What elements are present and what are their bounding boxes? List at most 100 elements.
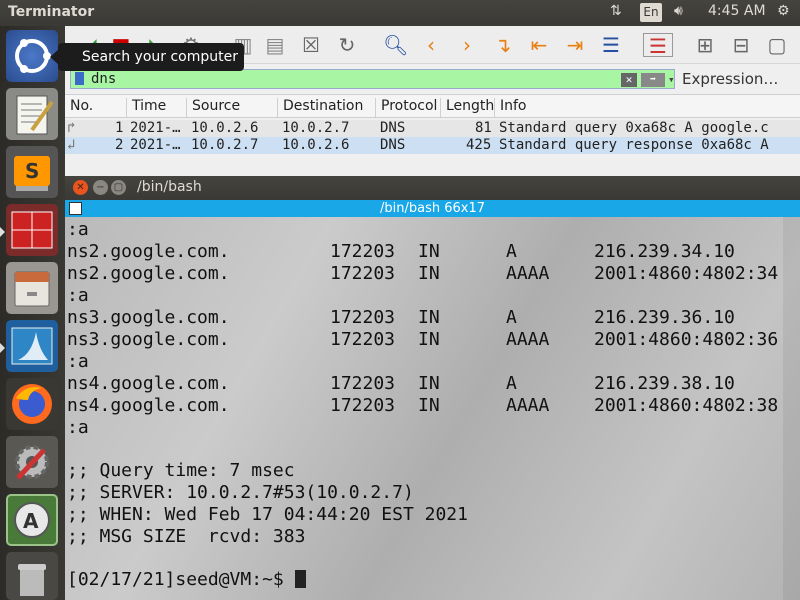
last-packet-icon[interactable]: ⇥: [563, 33, 587, 57]
dig-footer-line: ;; WHEN: Wed Feb 17 04:44:20 EST 2021: [67, 504, 468, 525]
go-back-icon[interactable]: ‹: [419, 33, 443, 57]
terminal-window-title: /bin/bash: [137, 179, 202, 195]
apply-filter-arrow-icon[interactable]: ➡: [641, 73, 665, 87]
system-settings-icon[interactable]: [6, 436, 58, 488]
text-editor-icon[interactable]: [6, 88, 58, 140]
software-updater-icon[interactable]: A: [6, 494, 58, 546]
display-filter-input[interactable]: dns ✕ ➡ ▾: [70, 69, 675, 89]
terminal-tab-icon[interactable]: [69, 202, 82, 215]
go-to-packet-icon[interactable]: ↴: [491, 33, 515, 57]
packet-list-header: No. Time Source Destination Protocol Len…: [65, 94, 800, 118]
record-ttl: 172203: [330, 373, 396, 394]
packet-no: 2: [115, 137, 124, 153]
record-ttl: 172203: [330, 241, 396, 262]
record-data: 216.239.38.10: [594, 373, 735, 394]
dns-record-line: ns4.google.com. 172203 IN AAAA 2001:4860:480…: [67, 395, 778, 417]
packet-info: Standard query 0xa68c A google.c: [499, 120, 769, 136]
line-text: :a: [67, 285, 89, 306]
maximize-window-icon[interactable]: ▢: [111, 180, 126, 195]
go-forward-icon[interactable]: ›: [455, 33, 479, 57]
record-data: 216.239.34.10: [594, 241, 735, 262]
terminal-scrollbar[interactable]: [783, 217, 800, 600]
record-class: IN: [418, 395, 440, 416]
minimize-window-icon[interactable]: −: [93, 180, 108, 195]
table-row[interactable]: ↱ 1 2021-… 10.0.2.6 10.0.2.7 DNS 81 Stan…: [65, 120, 800, 137]
column-header-protocol[interactable]: Protocol: [375, 98, 437, 118]
table-row[interactable]: ↲ 2 2021-… 10.0.2.7 10.0.2.6 DNS 425 Sta…: [65, 137, 800, 154]
launcher: S A: [0, 26, 65, 600]
terminator-icon[interactable]: [6, 204, 58, 256]
dns-record-line: ns2.google.com. 172203 IN AAAA 2001:4860:480…: [67, 263, 778, 285]
shell-prompt-line[interactable]: [02/17/21]seed@VM:~$: [67, 569, 306, 591]
terminal-output[interactable]: :a ns2.google.com. 172203 IN A 216.239.34.10…: [67, 219, 800, 600]
packet-length: 425: [466, 137, 492, 153]
packet-time: 2021-…: [130, 120, 181, 136]
record-type: A: [506, 373, 517, 394]
save-file-icon[interactable]: ▤: [263, 33, 287, 57]
power-gear-icon[interactable]: ⚙: [777, 3, 790, 19]
dig-output-line: :a: [67, 285, 89, 307]
packet-no: 1: [115, 120, 124, 136]
firefox-icon[interactable]: [6, 378, 58, 430]
record-ttl: 172203: [330, 307, 396, 328]
svg-text:S: S: [25, 159, 39, 183]
dig-footer-line: ;; SERVER: 10.0.2.7#53(10.0.2.7): [67, 482, 414, 503]
line-text: :a: [67, 417, 89, 438]
filter-history-dropdown-icon[interactable]: ▾: [668, 71, 675, 89]
record-ttl: 172203: [330, 263, 396, 284]
clock[interactable]: 4:45 AM: [708, 3, 766, 19]
keyboard-language-indicator[interactable]: En: [640, 3, 662, 22]
launcher-tooltip: Search your computer: [50, 43, 244, 71]
colorize-icon[interactable]: ☰: [643, 33, 673, 58]
dig-output-line: :a: [67, 417, 89, 439]
record-name: ns2.google.com.: [67, 241, 230, 262]
dns-record-line: ns3.google.com. 172203 IN A 216.239.36.10: [67, 307, 735, 329]
packet-protocol: DNS: [380, 120, 406, 136]
response-arrow-icon: ↲: [67, 137, 76, 153]
filter-text: dns: [91, 71, 117, 87]
clear-filter-icon[interactable]: ✕: [621, 73, 637, 87]
column-header-no[interactable]: No.: [65, 98, 93, 118]
autoscroll-icon[interactable]: ☰: [599, 33, 623, 57]
column-header-destination[interactable]: Destination: [277, 98, 363, 118]
filter-bookmark-icon[interactable]: [75, 72, 84, 85]
request-arrow-icon: ↱: [67, 120, 76, 136]
wireshark-icon[interactable]: [6, 320, 58, 372]
record-ttl: 172203: [330, 329, 396, 350]
column-header-length[interactable]: Length: [440, 98, 494, 118]
record-name: ns4.google.com.: [67, 395, 230, 416]
zoom-out-icon[interactable]: ⊟: [729, 33, 753, 57]
record-ttl: 172203: [330, 395, 396, 416]
text-cursor: [294, 570, 306, 588]
column-header-info[interactable]: Info: [494, 98, 527, 118]
network-updown-icon[interactable]: ⇅: [610, 3, 622, 19]
dns-record-line: ns3.google.com. 172203 IN AAAA 2001:4860:480…: [67, 329, 778, 351]
sublime-text-icon[interactable]: S: [6, 146, 58, 198]
trash-icon[interactable]: [6, 552, 58, 600]
record-data: 2001:4860:4802:34: [594, 263, 779, 284]
packet-destination: 10.0.2.7: [282, 120, 350, 136]
record-type: AAAA: [506, 329, 550, 350]
volume-icon[interactable]: 🔊︎: [674, 3, 683, 19]
first-packet-icon[interactable]: ⇤: [527, 33, 551, 57]
close-file-icon[interactable]: ☒: [299, 33, 323, 57]
packet-time: 2021-…: [130, 137, 181, 153]
expression-button[interactable]: Expression…: [682, 70, 778, 88]
terminal-tab-bar[interactable]: /bin/bash 66x17: [65, 200, 800, 217]
find-packet-search-icon[interactable]: 🔍︎: [383, 33, 408, 57]
record-type: A: [506, 241, 517, 262]
file-manager-icon[interactable]: [6, 262, 58, 314]
record-class: IN: [418, 263, 440, 284]
normal-size-icon[interactable]: ▢: [765, 33, 789, 57]
record-name: ns2.google.com.: [67, 263, 230, 284]
svg-text:A: A: [23, 509, 39, 533]
active-app-title: Terminator: [8, 4, 95, 20]
close-window-icon[interactable]: ✕: [73, 180, 88, 195]
record-data: 2001:4860:4802:36: [594, 329, 779, 350]
column-header-source[interactable]: Source: [186, 98, 240, 118]
running-indicator: [0, 227, 5, 237]
reload-file-icon[interactable]: ↻: [335, 33, 359, 57]
column-header-time[interactable]: Time: [126, 98, 166, 118]
line-text: :a: [67, 219, 89, 240]
zoom-in-icon[interactable]: ⊞: [693, 33, 717, 57]
